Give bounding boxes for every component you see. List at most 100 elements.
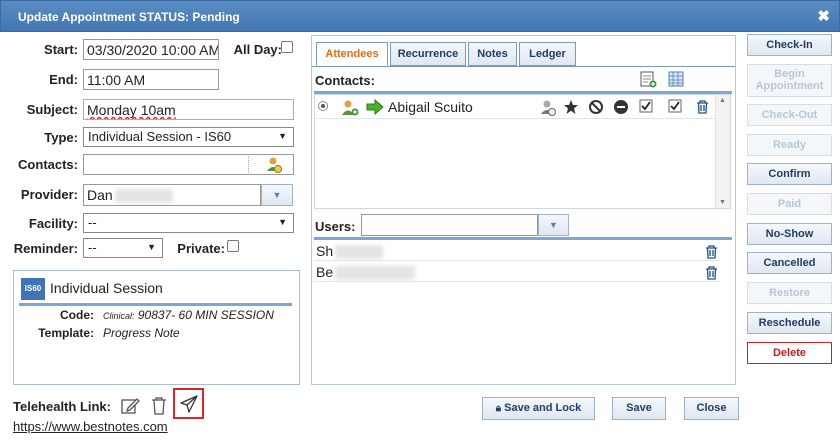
provider-input[interactable]: Dan (83, 184, 261, 206)
contact-lookup-icon[interactable] (539, 99, 557, 117)
ready-button[interactable]: Ready (747, 134, 832, 156)
allday-label: All Day: (233, 42, 282, 57)
subject-value: Monday 10am (87, 102, 176, 118)
code-value-wrap: Clinical: 90837- 60 MIN SESSION (103, 308, 274, 322)
check-in-button[interactable]: Check-In (747, 34, 832, 56)
save-and-lock-label: Save and Lock (504, 402, 582, 414)
contacts-label: Contacts: (18, 157, 78, 172)
radio-dot (321, 104, 325, 108)
cancelled-button[interactable]: Cancelled (747, 252, 832, 274)
close-icon[interactable]: ✖ (817, 7, 830, 25)
users-input[interactable] (361, 214, 538, 236)
code-prefix: Clinical: (103, 311, 135, 321)
tab-recurrence[interactable]: Recurrence (390, 42, 466, 66)
start-label: Start: (44, 42, 78, 57)
scroll-up-icon[interactable]: ▲ (719, 97, 726, 104)
close-button[interactable]: Close (684, 397, 739, 420)
star-icon[interactable] (563, 99, 579, 115)
paper-plane-icon (180, 395, 198, 413)
subject-label: Subject: (26, 102, 78, 117)
checkbox-checked-icon[interactable] (668, 99, 682, 113)
edit-icon[interactable] (120, 396, 140, 416)
trash-icon[interactable] (696, 100, 709, 114)
begin-appointment-button[interactable]: Begin Appointment (747, 64, 832, 97)
facility-select-value: -- (88, 215, 97, 230)
scroll-down-icon[interactable]: ▼ (719, 199, 726, 206)
user-name-text: Sh (316, 243, 334, 259)
subject-input[interactable]: Monday 10am (83, 99, 294, 120)
caret-down-icon: ▼ (278, 131, 287, 141)
restore-button[interactable]: Restore (747, 282, 832, 304)
blurred-text (335, 266, 416, 281)
arrow-right-icon[interactable] (366, 99, 384, 115)
session-name: Individual Session (50, 280, 163, 296)
session-info-box: IS60 Individual Session Code: Clinical: … (13, 270, 300, 385)
type-label: Type: (44, 130, 78, 145)
contacts-list: Abigail Scuito ▲ ▼ (314, 94, 731, 209)
block-icon[interactable] (588, 99, 604, 115)
delete-button[interactable]: Delete (747, 342, 832, 364)
confirm-button[interactable]: Confirm (747, 163, 832, 185)
blurred-text (335, 245, 384, 260)
dialog-titlebar: Update Appointment STATUS: Pending ✖ (0, 0, 840, 32)
lock-icon: 🔒︎ (495, 403, 502, 414)
caret-down-icon: ▼ (147, 242, 156, 252)
private-label: Private: (177, 241, 225, 256)
provider-value: Dan (87, 187, 113, 203)
add-note-icon[interactable] (639, 70, 657, 88)
trash-icon[interactable] (705, 266, 718, 280)
user-row[interactable]: Be (314, 262, 720, 282)
tab-attendees[interactable]: Attendees (316, 42, 388, 66)
end-input[interactable]: 11:00 AM (83, 69, 219, 90)
telehealth-url-link[interactable]: https://www.bestnotes.com (13, 419, 168, 434)
code-label: Code: (60, 308, 94, 322)
trash-icon[interactable] (705, 245, 718, 259)
check-out-button[interactable]: Check-Out (747, 104, 832, 126)
user-row[interactable]: Sh (314, 241, 720, 261)
end-label: End: (49, 72, 78, 87)
facility-label: Facility: (28, 216, 78, 231)
reschedule-button[interactable]: Reschedule (747, 312, 832, 334)
grid-view-icon[interactable] (668, 71, 684, 87)
send-link-button[interactable] (173, 388, 204, 419)
contacts-divider (248, 156, 249, 173)
provider-dropdown-button[interactable]: ▼ (261, 184, 293, 206)
type-select-value: Individual Session - IS60 (88, 129, 232, 144)
session-badge: IS60 (21, 278, 45, 300)
private-checkbox[interactable] (227, 240, 239, 252)
facility-select[interactable]: -- ▼ (83, 213, 294, 233)
reminder-select[interactable]: -- ▼ (83, 238, 163, 258)
tab-strip-line (312, 66, 735, 67)
trash-icon[interactable] (150, 396, 168, 416)
user-name: Sh (316, 243, 384, 260)
add-contact-icon[interactable] (341, 99, 359, 117)
users-label: Users: (315, 219, 356, 234)
template-value: Progress Note (103, 326, 180, 340)
allday-checkbox[interactable] (281, 41, 293, 53)
blurred-text (114, 189, 173, 204)
users-divider-line (314, 237, 732, 240)
code-value: 90837- 60 MIN SESSION (137, 308, 274, 322)
reminder-label: Reminder: (13, 241, 78, 256)
no-show-button[interactable]: No-Show (747, 223, 832, 245)
contact-lookup-icon[interactable] (265, 156, 283, 174)
session-divider (19, 303, 292, 306)
caret-down-icon: ▼ (278, 217, 287, 227)
tab-ledger[interactable]: Ledger (519, 42, 576, 66)
contacts-header: Contacts: (315, 73, 375, 88)
paid-button[interactable]: Paid (747, 193, 832, 215)
contact-radio[interactable] (318, 101, 328, 111)
users-dropdown-button[interactable]: ▼ (538, 214, 569, 236)
start-input[interactable]: 03/30/2020 10:00 AM (83, 39, 219, 60)
dialog-title: Update Appointment STATUS: Pending (18, 10, 240, 24)
type-select[interactable]: Individual Session - IS60 ▼ (83, 127, 294, 147)
contacts-scrollbar[interactable]: ▲ ▼ (715, 95, 730, 208)
user-name-text: Be (316, 264, 334, 280)
save-button[interactable]: Save (612, 397, 666, 420)
save-and-lock-button[interactable]: 🔒︎ Save and Lock (482, 397, 595, 420)
contact-name: Abigail Scuito (388, 99, 473, 115)
checkbox-checked-icon[interactable] (639, 99, 653, 113)
contacts-input[interactable] (83, 154, 294, 175)
tab-notes[interactable]: Notes (468, 42, 517, 66)
remove-icon[interactable] (613, 99, 629, 115)
